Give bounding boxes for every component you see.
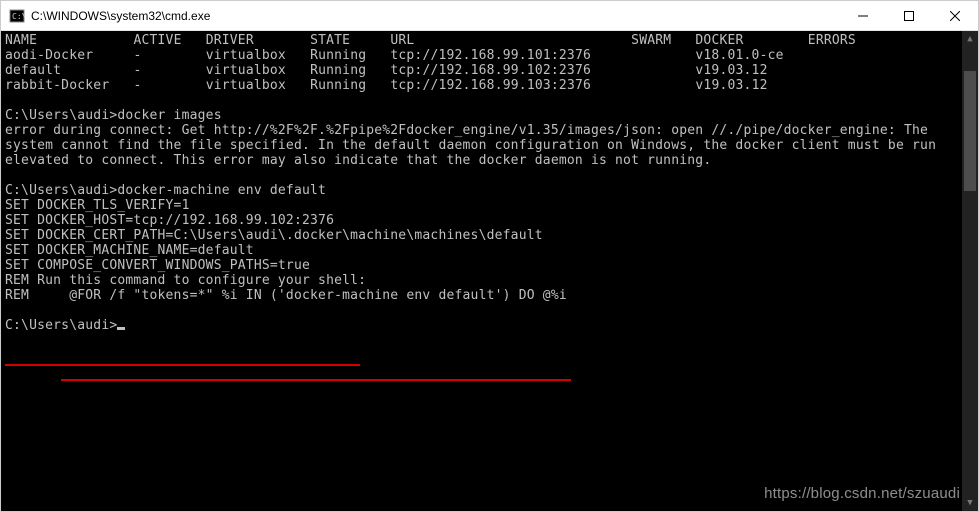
env-output: SET DOCKER_TLS_VERIFY=1: [5, 198, 190, 213]
window-titlebar: C:\ C:\WINDOWS\system32\cmd.exe: [1, 1, 978, 31]
table-header: NAME ACTIVE DRIVER STATE URL SWARM DOCKE…: [5, 33, 856, 48]
cursor: [117, 327, 125, 330]
prompt-line: C:\Users\audi>docker-machine env default: [5, 183, 326, 198]
window-title: C:\WINDOWS\system32\cmd.exe: [31, 9, 840, 23]
error-output: error during connect: Get http://%2F%2F.…: [5, 123, 955, 168]
terminal[interactable]: NAME ACTIVE DRIVER STATE URL SWARM DOCKE…: [1, 31, 978, 511]
prompt-line: C:\Users\audi>: [5, 318, 117, 333]
rem-line: REM Run this command to configure your s…: [5, 273, 366, 288]
table-row: default - virtualbox Running tcp://192.1…: [5, 63, 768, 78]
cmd-icon: C:\: [9, 8, 25, 24]
scroll-down-arrow[interactable]: ▼: [962, 495, 978, 511]
env-output: SET DOCKER_CERT_PATH=C:\Users\audi\.dock…: [5, 228, 543, 243]
minimize-button[interactable]: [840, 1, 886, 30]
window-controls: [840, 1, 978, 30]
prompt-line: C:\Users\audi>docker images: [5, 108, 222, 123]
close-button[interactable]: [932, 1, 978, 30]
env-output: SET DOCKER_HOST=tcp://192.168.99.102:237…: [5, 213, 334, 228]
table-row: rabbit-Docker - virtualbox Running tcp:/…: [5, 78, 768, 93]
env-output: SET DOCKER_MACHINE_NAME=default: [5, 243, 254, 258]
rem-line: REM @FOR /f "tokens=*" %i IN ('docker-ma…: [5, 288, 567, 303]
svg-text:C:\: C:\: [12, 12, 25, 21]
env-output: SET COMPOSE_CONVERT_WINDOWS_PATHS=true: [5, 258, 310, 273]
maximize-button[interactable]: [886, 1, 932, 30]
highlight-underline: [5, 364, 360, 366]
highlight-underline: [61, 379, 571, 381]
scroll-up-arrow[interactable]: ▲: [962, 31, 978, 47]
scroll-thumb[interactable]: [964, 71, 976, 191]
table-row: aodi-Docker - virtualbox Running tcp://1…: [5, 48, 784, 63]
watermark: https://blog.csdn.net/szuaudi: [764, 486, 960, 501]
scrollbar[interactable]: ▲ ▼: [962, 31, 978, 511]
